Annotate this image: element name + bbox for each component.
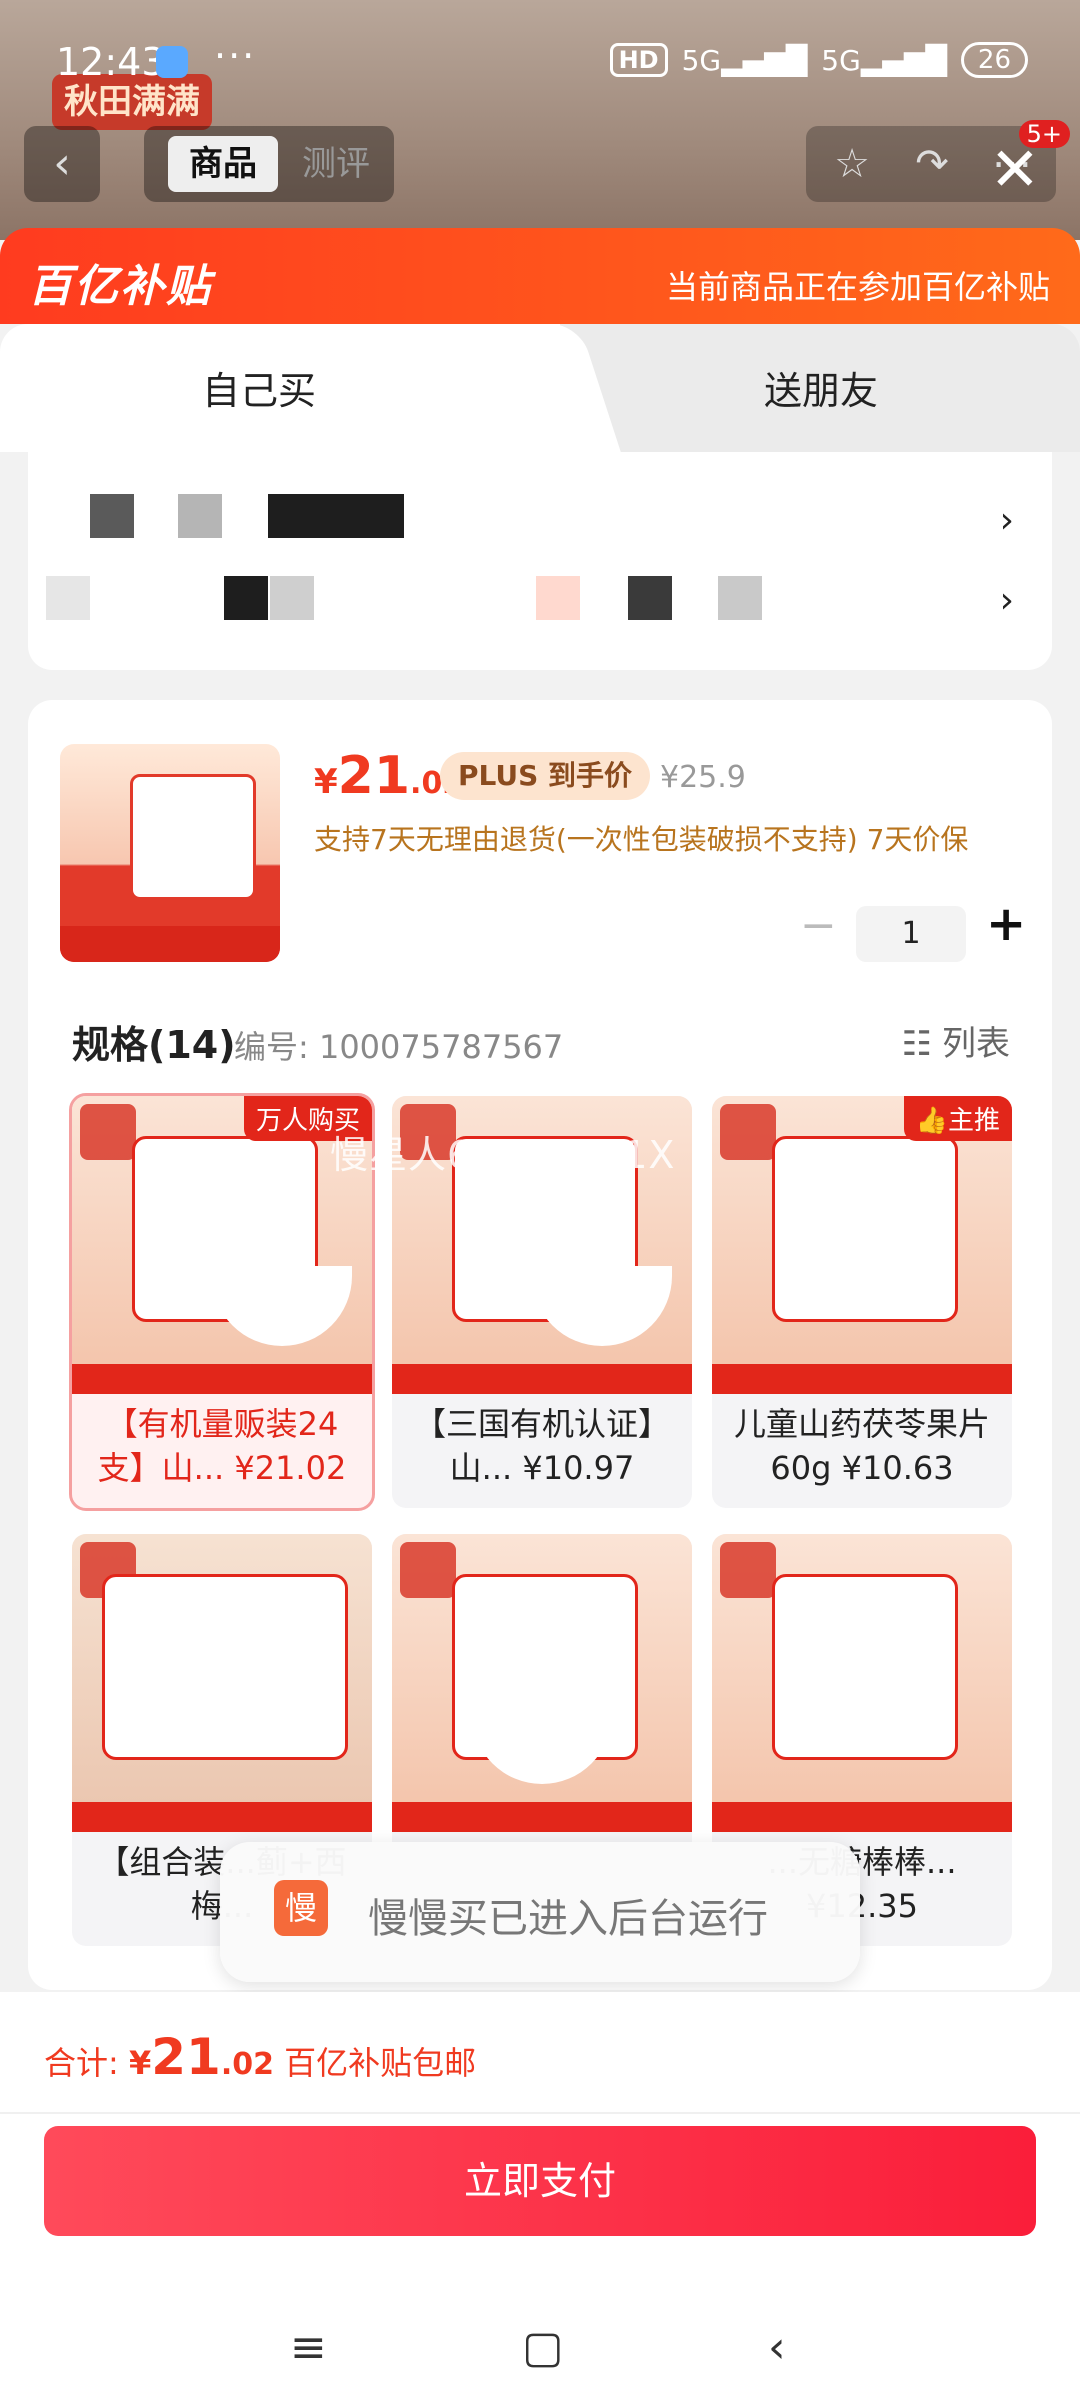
order-total: 合计: ¥21.02 百亿补贴包邮 — [44, 2028, 477, 2086]
qty-decrease-button[interactable]: − — [800, 900, 837, 951]
bag-image — [772, 1136, 958, 1322]
brand-logo — [720, 1104, 776, 1160]
more-notifications-icon: ··· — [214, 34, 257, 78]
blurred-text — [90, 494, 134, 538]
app-notification-icon — [156, 46, 188, 78]
service-note: 支持7天无理由退货(一次性包装破损不支持) 7天价保 — [314, 823, 969, 856]
back-icon[interactable]: ‹ — [24, 126, 100, 202]
sku-band — [72, 1802, 372, 1832]
close-sheet-icon[interactable]: ✕ — [990, 140, 1040, 200]
qty-input[interactable]: 1 — [856, 906, 966, 962]
sku-band — [712, 1364, 1012, 1394]
divider — [0, 2112, 1080, 2114]
sku-image — [712, 1534, 1012, 1832]
address-card[interactable]: › › — [28, 452, 1052, 670]
sku-option-1[interactable]: 万人购买 【有机量贩装24支】山... ¥21.02 — [69, 1093, 375, 1511]
system-navigation-bar: ≡ ▢ ‹ — [0, 2312, 1080, 2400]
share-icon[interactable]: ↷ — [906, 138, 958, 190]
tab-product[interactable]: 商品 — [168, 136, 278, 192]
signal-icon-1: 5G▂▄▆█ — [681, 43, 808, 77]
product-band — [60, 926, 280, 962]
status-time: 12:43 — [56, 40, 166, 84]
order-card: ¥21.02 PLUS 到手价 ¥25.9 支持7天无理由退货(一次性包装破损不… — [28, 700, 1052, 1990]
tab-gift-friend[interactable]: 送朋友 — [560, 324, 1080, 452]
bag-image — [772, 1574, 958, 1760]
toast-text: 慢慢买已进入后台运行 — [368, 1896, 768, 1942]
sku-name: 儿童山药茯苓果片60g ¥10.63 — [733, 1405, 990, 1487]
back-nav-icon[interactable]: ‹ — [768, 2322, 786, 2373]
subsidy-header: 百亿补贴 当前商品正在参加百亿补贴 — [0, 228, 1080, 338]
list-icon: ☷ — [901, 1024, 932, 1064]
checkout-footer: 合计: ¥21.02 百亿补贴包邮 立即支付 ≡ ▢ ‹ — [0, 1992, 1080, 2400]
qty-increase-button[interactable]: + — [986, 896, 1026, 952]
tab-gift-friend-label: 送朋友 — [764, 369, 879, 413]
sku-tag: 👍主推 — [903, 1096, 1012, 1141]
tab-buy-self-label: 自己买 — [202, 369, 317, 413]
watermark: 慢星人69738191X — [330, 1133, 676, 1177]
brand-logo — [400, 1542, 456, 1598]
spec-code: 编号: 100075787567 — [234, 1028, 564, 1066]
sku-name: 【三国有机认证】山... ¥10.97 — [413, 1405, 670, 1487]
status-indicators: HD 5G▂▄▆█ 5G▂▄▆█ 26 — [609, 42, 1028, 78]
home-icon[interactable]: ▢ — [522, 2322, 564, 2373]
status-bar: 12:43 ··· HD 5G▂▄▆█ 5G▂▄▆█ 26 — [0, 0, 1080, 120]
sku-image — [72, 1534, 372, 1832]
favorite-star-icon[interactable]: ☆ — [826, 138, 878, 190]
background-run-toast: 慢 慢慢买已进入后台运行 — [220, 1842, 860, 1982]
delivery-arrow-icon[interactable]: › — [1000, 580, 1014, 621]
blurred-text — [46, 576, 90, 620]
original-price: ¥25.9 — [660, 760, 746, 795]
tab-review[interactable]: 测评 — [302, 136, 370, 192]
spec-title: 规格(14) — [72, 1023, 236, 1067]
battery-icon: 26 — [960, 42, 1028, 78]
sku-band — [712, 1802, 1012, 1832]
manmanmai-app-icon: 慢 — [274, 1880, 328, 1936]
blurred-text — [224, 576, 268, 620]
product-bag-image — [130, 774, 256, 900]
sku-option-3[interactable]: 👍主推 儿童山药茯苓果片60g ¥10.63 — [712, 1096, 1012, 1508]
purchase-mode-tabs: 送朋友 自己买 — [0, 324, 1080, 452]
blurred-text — [270, 576, 314, 620]
recents-menu-icon[interactable]: ≡ — [290, 2322, 327, 2373]
brand-logo — [720, 1542, 776, 1598]
bowl-image — [212, 1266, 352, 1346]
blurred-text — [268, 494, 404, 538]
sku-name: 【有机量贩装24支】山... ¥21.02 — [97, 1405, 347, 1487]
sku-band — [392, 1802, 692, 1832]
list-view-toggle[interactable]: ☷ 列表 — [902, 1016, 1010, 1065]
background-nav: ‹ 商品 测评 ☆ ↷ ⋯ 5+ — [24, 120, 1070, 202]
pay-now-button[interactable]: 立即支付 — [44, 2126, 1036, 2236]
product-thumbnail — [60, 744, 280, 962]
product-tabs: 商品 测评 — [144, 126, 394, 202]
subsidy-logo: 百亿补贴 — [28, 261, 212, 312]
sku-image — [392, 1534, 692, 1832]
hd-icon: HD — [609, 43, 668, 77]
bowl-image — [472, 1704, 612, 1784]
plus-price-tag: PLUS 到手价 — [440, 752, 651, 800]
sku-band — [72, 1364, 372, 1394]
brand-logo — [80, 1104, 136, 1160]
blurred-text — [536, 576, 580, 620]
tab-buy-self[interactable]: 自己买 — [0, 324, 560, 452]
blurred-text — [178, 494, 222, 538]
blurred-text — [628, 576, 672, 620]
bowl-image — [532, 1266, 672, 1346]
sku-band — [392, 1364, 692, 1394]
blurred-text — [718, 576, 762, 620]
subsidy-note: 当前商品正在参加百亿补贴 — [665, 268, 1050, 306]
bag-image — [102, 1574, 348, 1760]
signal-icon-2: 5G▂▄▆█ — [821, 43, 947, 77]
address-arrow-icon[interactable]: › — [1000, 500, 1014, 541]
